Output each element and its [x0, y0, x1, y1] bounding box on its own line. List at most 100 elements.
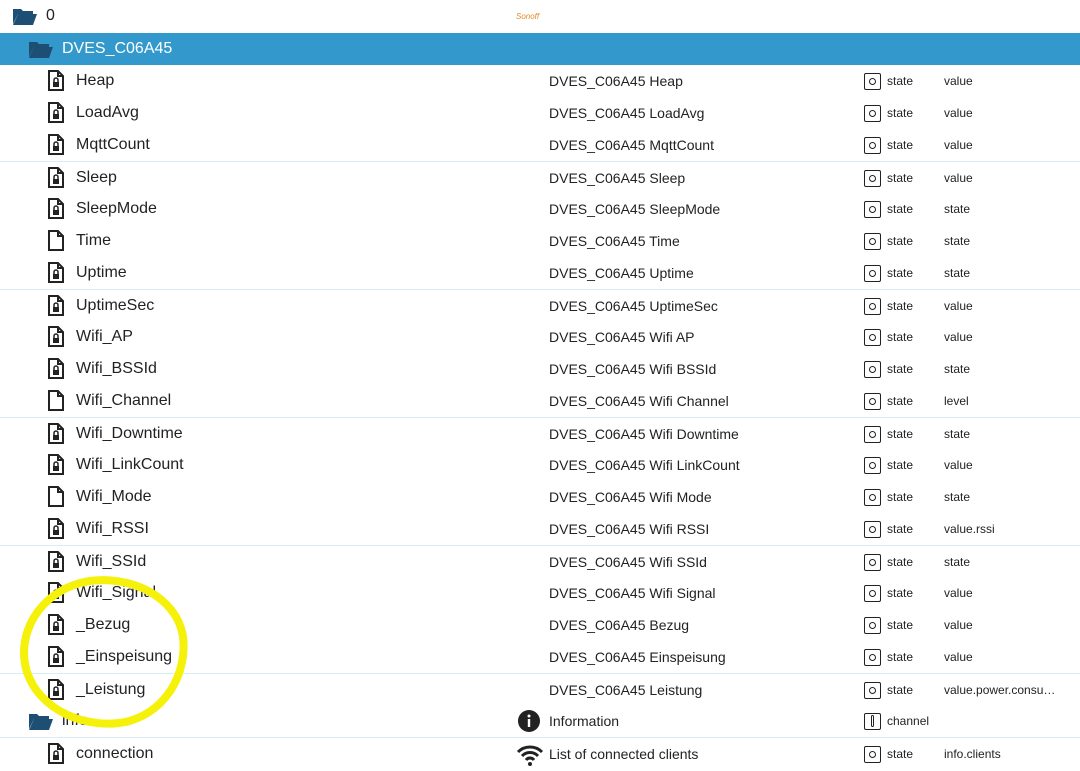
- state-type-icon: [864, 73, 881, 90]
- tree-row[interactable]: Wifi_SSId DVES_C06A45 Wifi SSId state state: [0, 545, 1080, 577]
- row-role: info.clients: [944, 747, 1001, 761]
- tree-row-info[interactable]: info Information channel: [0, 705, 1080, 737]
- lock-file-icon: [48, 679, 64, 705]
- row-role: value: [944, 330, 973, 344]
- row-description: DVES_C06A45 Uptime: [549, 265, 694, 281]
- row-role: state: [944, 490, 971, 504]
- row-type: state: [887, 234, 914, 248]
- row-type: state: [887, 362, 914, 376]
- row-description: DVES_C06A45 Wifi Channel: [549, 393, 729, 409]
- tree-row-label: 0: [46, 7, 55, 24]
- state-type-icon: [864, 105, 881, 122]
- state-type-icon: [864, 617, 881, 634]
- row-type: state: [887, 266, 914, 280]
- row-type: state: [887, 650, 914, 664]
- tree-row[interactable]: Wifi_Signal DVES_C06A45 Wifi Signal state v…: [0, 577, 1080, 609]
- folder-open-icon[interactable]: [28, 711, 54, 736]
- tree-row[interactable]: _Bezug DVES_C06A45 Bezug state value: [0, 609, 1080, 641]
- tree-row[interactable]: Wifi_RSSI DVES_C06A45 Wifi RSSI state value…: [0, 513, 1080, 545]
- sonoff-logo: Sonoff: [516, 12, 540, 21]
- row-type: channel: [887, 714, 930, 728]
- tree-row[interactable]: UptimeSec DVES_C06A45 UptimeSec state value: [0, 289, 1080, 321]
- wifi-icon: [516, 744, 544, 771]
- row-description: DVES_C06A45 Leistung: [549, 682, 703, 698]
- tree-row-label: Heap: [76, 72, 115, 89]
- state-type-icon: [864, 137, 881, 154]
- tree-row[interactable]: Wifi_BSSId DVES_C06A45 Wifi BSSId state sta…: [0, 353, 1080, 385]
- row-role: state: [944, 234, 971, 248]
- row-description: DVES_C06A45 Bezug: [549, 617, 690, 633]
- tree-row[interactable]: Wifi_AP DVES_C06A45 Wifi AP state value: [0, 321, 1080, 353]
- tree-row[interactable]: Time DVES_C06A45 Time state state: [0, 225, 1080, 257]
- row-description: DVES_C06A45 Wifi RSSI: [549, 521, 710, 537]
- lock-file-icon: [48, 134, 64, 160]
- tree-row[interactable]: Wifi_Mode DVES_C06A45 Wifi Mode state state: [0, 481, 1080, 513]
- tree-row[interactable]: Sleep DVES_C06A45 Sleep state value: [0, 161, 1080, 193]
- lock-file-icon: [48, 518, 64, 544]
- row-description: DVES_C06A45 Wifi SSId: [549, 554, 707, 570]
- row-type: state: [887, 555, 914, 569]
- row-description: DVES_C06A45 Wifi Downtime: [549, 426, 739, 442]
- row-role: value: [944, 299, 973, 313]
- folder-open-icon[interactable]: [28, 39, 54, 64]
- channel-type-icon: [864, 713, 881, 730]
- state-type-icon: [864, 489, 881, 506]
- tree-row-label: LoadAvg: [76, 104, 139, 121]
- tree-row-label: Wifi_Downtime: [76, 425, 183, 442]
- lock-file-icon: [48, 614, 64, 640]
- tree-row-label: Wifi_SSId: [76, 553, 147, 570]
- state-type-icon: [864, 265, 881, 282]
- tree-row[interactable]: SleepMode DVES_C06A45 SleepMode state state: [0, 193, 1080, 225]
- row-description: DVES_C06A45 MqttCount: [549, 137, 714, 153]
- row-type: state: [887, 586, 914, 600]
- state-type-icon: [864, 426, 881, 443]
- row-type: state: [887, 427, 914, 441]
- tree-row[interactable]: MqttCount DVES_C06A45 MqttCount state value: [0, 129, 1080, 161]
- folder-open-icon[interactable]: [12, 6, 38, 31]
- tree-row[interactable]: Heap DVES_C06A45 Heap state value: [0, 65, 1080, 97]
- row-description: Information: [549, 713, 620, 729]
- row-role: value: [944, 74, 973, 88]
- row-description: DVES_C06A45 Heap: [549, 73, 683, 89]
- row-type: state: [887, 74, 914, 88]
- state-type-icon: [864, 746, 881, 763]
- row-type: state: [887, 394, 914, 408]
- tree-row[interactable]: _Einspeisung DVES_C06A45 Einspeisung state…: [0, 641, 1080, 673]
- tree-row-device[interactable]: DVES_C06A45: [0, 33, 1080, 65]
- tree-row[interactable]: Wifi_Downtime DVES_C06A45 Wifi Downtime st…: [0, 417, 1080, 449]
- tree-row-label: Uptime: [76, 264, 127, 281]
- state-type-icon: [864, 554, 881, 571]
- row-description: DVES_C06A45 Wifi BSSId: [549, 361, 717, 377]
- tree-row[interactable]: connection List of connected clients sta…: [0, 737, 1080, 769]
- row-type: state: [887, 683, 914, 697]
- row-description: DVES_C06A45 Wifi LinkCount: [549, 457, 740, 473]
- tree-row[interactable]: Uptime DVES_C06A45 Uptime state state: [0, 257, 1080, 289]
- tree-row-label: Wifi_Mode: [76, 488, 152, 505]
- row-role: state: [944, 202, 971, 216]
- state-type-icon: [864, 457, 881, 474]
- file-icon: [48, 230, 64, 256]
- row-description: DVES_C06A45 Sleep: [549, 170, 686, 186]
- row-type: state: [887, 171, 914, 185]
- row-type: state: [887, 522, 914, 536]
- tree-row-label: info: [62, 712, 88, 729]
- state-type-icon: [864, 361, 881, 378]
- tree-row[interactable]: _Leistung DVES_C06A45 Leistung state value.…: [0, 673, 1080, 705]
- tree-row[interactable]: LoadAvg DVES_C06A45 LoadAvg state value: [0, 97, 1080, 129]
- row-description: DVES_C06A45 Time: [549, 233, 680, 249]
- tree-row[interactable]: Wifi_Channel DVES_C06A45 Wifi Channel stat…: [0, 385, 1080, 417]
- tree-row-root[interactable]: 0 Sonoff: [0, 0, 1080, 32]
- state-type-icon: [864, 585, 881, 602]
- tree-row-label: Wifi_RSSI: [76, 520, 149, 537]
- lock-file-icon: [48, 295, 64, 321]
- row-role: value: [944, 458, 973, 472]
- row-description: DVES_C06A45 Wifi Mode: [549, 489, 712, 505]
- row-role: state: [944, 427, 971, 441]
- lock-file-icon: [48, 646, 64, 672]
- row-role: state: [944, 362, 971, 376]
- lock-file-icon: [48, 198, 64, 224]
- tree-row[interactable]: Wifi_LinkCount DVES_C06A45 Wifi LinkCount…: [0, 449, 1080, 481]
- file-icon: [48, 390, 64, 416]
- lock-file-icon: [48, 358, 64, 384]
- row-role: value.power.consum…: [944, 683, 1064, 697]
